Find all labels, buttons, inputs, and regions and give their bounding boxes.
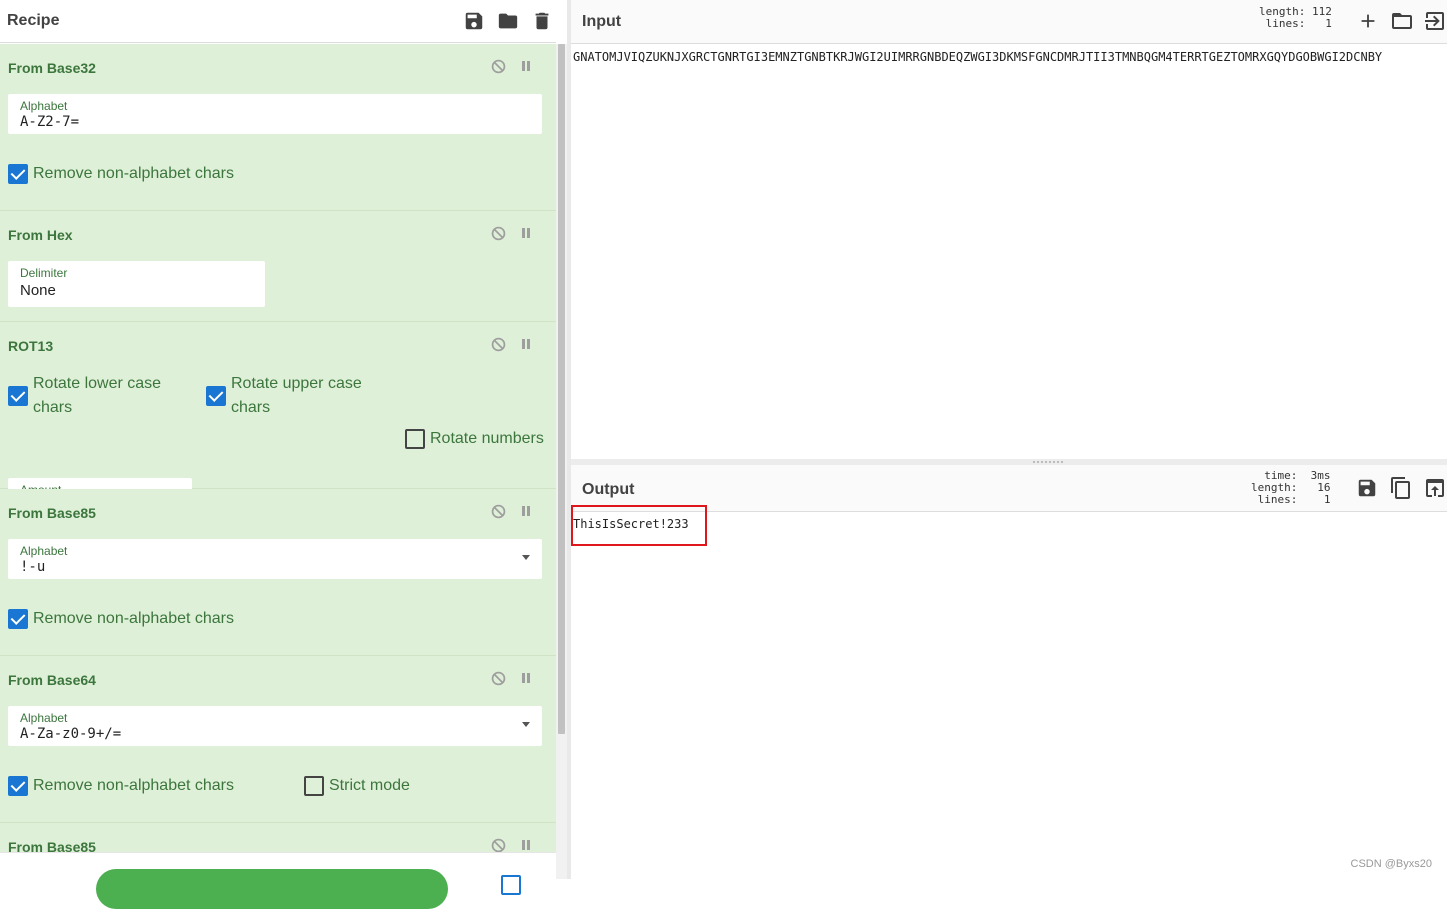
checkbox-label: Remove non-alphabet chars: [33, 777, 235, 794]
field-label: Alphabet: [20, 711, 68, 725]
output-highlight-box: [571, 505, 707, 546]
save-icon[interactable]: [463, 10, 485, 32]
output-pane: Output time: 3ms length: 16 lines: 1 Thi…: [571, 465, 1447, 879]
operation-title: From Base32: [8, 60, 96, 76]
checkbox-label: Rotate upper case chars: [231, 375, 362, 416]
replace-input-icon[interactable]: [1423, 476, 1447, 500]
checkbox-label: Rotate numbers: [430, 430, 544, 447]
rotate-upper-case-checkbox[interactable]: Rotate upper case chars: [206, 372, 362, 420]
open-folder-icon[interactable]: [1390, 9, 1414, 33]
alphabet-field[interactable]: Alphabet A-Z2-7=: [8, 94, 542, 134]
output-title: Output: [582, 481, 635, 498]
operation-title: From Hex: [8, 227, 73, 243]
breakpoint-icon[interactable]: [520, 838, 532, 852]
save-output-icon[interactable]: [1356, 477, 1378, 499]
field-label: Delimiter: [20, 266, 68, 280]
checkbox-label: Remove non-alphabet chars: [33, 610, 235, 627]
resize-grip[interactable]: [1033, 461, 1063, 463]
operation-title: From Base64: [8, 672, 96, 688]
alphabet-select[interactable]: Alphabet !-u: [8, 539, 542, 579]
scrollbar-thumb[interactable]: [558, 44, 565, 734]
input-text[interactable]: GNATOMJVIQZUKNJXGRCTGNRTGI3EMNZTGNBTKRJW…: [573, 50, 1382, 64]
checkbox-checked[interactable]: [8, 164, 28, 184]
recipe-header: Recipe: [0, 0, 556, 43]
field-value[interactable]: None: [20, 282, 56, 299]
breakpoint-icon[interactable]: [520, 671, 532, 685]
bake-button[interactable]: [96, 869, 448, 909]
field-value[interactable]: !-u: [20, 559, 45, 575]
operation-from-base85[interactable]: From Base85: [0, 823, 556, 852]
field-value[interactable]: A-Za-z0-9+/=: [20, 726, 121, 742]
field-label: Alphabet: [20, 99, 68, 113]
chevron-down-icon[interactable]: [522, 555, 530, 560]
watermark: CSDN @Byxs20: [1350, 858, 1432, 870]
auto-bake-checkbox[interactable]: [501, 875, 521, 895]
breakpoint-icon[interactable]: [520, 504, 532, 518]
operation-from-base64[interactable]: From Base64 Alphabet A-Za-z0-9+/= Remove…: [0, 656, 556, 823]
remove-non-alphabet-checkbox[interactable]: Remove non-alphabet chars: [8, 776, 234, 798]
checkbox-label: Strict mode: [329, 777, 410, 794]
disable-icon[interactable]: [490, 503, 507, 520]
trash-icon[interactable]: [531, 10, 553, 32]
checkbox-unchecked[interactable]: [304, 776, 324, 796]
disable-icon[interactable]: [490, 670, 507, 687]
recipe-pane: Recipe From Base32 Alphabet A-Z2-7= Remo…: [0, 0, 567, 909]
strict-mode-checkbox[interactable]: Strict mode: [304, 776, 410, 798]
checkbox-label: Remove non-alphabet chars: [33, 165, 235, 182]
operation-title: From Base85: [8, 505, 96, 521]
field-value[interactable]: A-Z2-7=: [20, 114, 79, 130]
recipe-title: Recipe: [7, 12, 60, 29]
operation-from-base85[interactable]: From Base85 Alphabet !-u Remove non-alph…: [0, 489, 556, 656]
checkbox-unchecked[interactable]: [405, 429, 425, 449]
checkbox-checked[interactable]: [8, 776, 28, 796]
checkbox-checked[interactable]: [8, 609, 28, 629]
disable-icon[interactable]: [490, 336, 507, 353]
operation-rot13[interactable]: ROT13 Rotate lower case chars Rotate upp…: [0, 322, 556, 518]
add-icon[interactable]: [1357, 10, 1379, 32]
folder-icon[interactable]: [497, 10, 519, 32]
alphabet-select[interactable]: Alphabet A-Za-z0-9+/=: [8, 706, 542, 746]
breakpoint-icon[interactable]: [520, 337, 532, 351]
delimiter-field[interactable]: Delimiter None: [8, 261, 265, 307]
bake-bar: [0, 852, 556, 909]
operation-from-hex[interactable]: From Hex Delimiter None: [0, 211, 556, 322]
rotate-lower-case-checkbox[interactable]: Rotate lower case chars: [8, 372, 161, 420]
breakpoint-icon[interactable]: [520, 59, 532, 73]
operation-title: ROT13: [8, 338, 54, 354]
remove-non-alphabet-checkbox[interactable]: Remove non-alphabet chars: [8, 164, 234, 186]
input-title: Input: [582, 13, 622, 30]
load-input-icon[interactable]: [1423, 9, 1447, 33]
input-pane: Input length: 112 lines: 1 GNATOMJVIQZUK…: [571, 0, 1447, 459]
checkbox-label: Rotate lower case chars: [33, 375, 162, 416]
field-label: Alphabet: [20, 544, 68, 558]
checkbox-checked[interactable]: [8, 386, 28, 406]
disable-icon[interactable]: [490, 837, 507, 852]
operation-title: From Base85: [8, 839, 96, 852]
remove-non-alphabet-checkbox[interactable]: Remove non-alphabet chars: [8, 609, 234, 631]
recipe-scrollbar[interactable]: [556, 44, 567, 879]
disable-icon[interactable]: [490, 58, 507, 75]
checkbox-checked[interactable]: [206, 386, 226, 406]
chevron-down-icon[interactable]: [522, 722, 530, 727]
disable-icon[interactable]: [490, 225, 507, 242]
copy-icon[interactable]: [1389, 476, 1413, 500]
operation-from-base32[interactable]: From Base32 Alphabet A-Z2-7= Remove non-…: [0, 44, 556, 211]
rotate-numbers-checkbox[interactable]: Rotate numbers: [405, 429, 544, 451]
breakpoint-icon[interactable]: [520, 226, 532, 240]
output-stats: time: 3ms length: 16 lines: 1: [1251, 469, 1331, 506]
recipe-list: From Base32 Alphabet A-Z2-7= Remove non-…: [0, 44, 556, 852]
input-header: Input length: 112 lines: 1: [571, 0, 1447, 44]
input-stats: length: 112 lines: 1: [1259, 5, 1332, 30]
